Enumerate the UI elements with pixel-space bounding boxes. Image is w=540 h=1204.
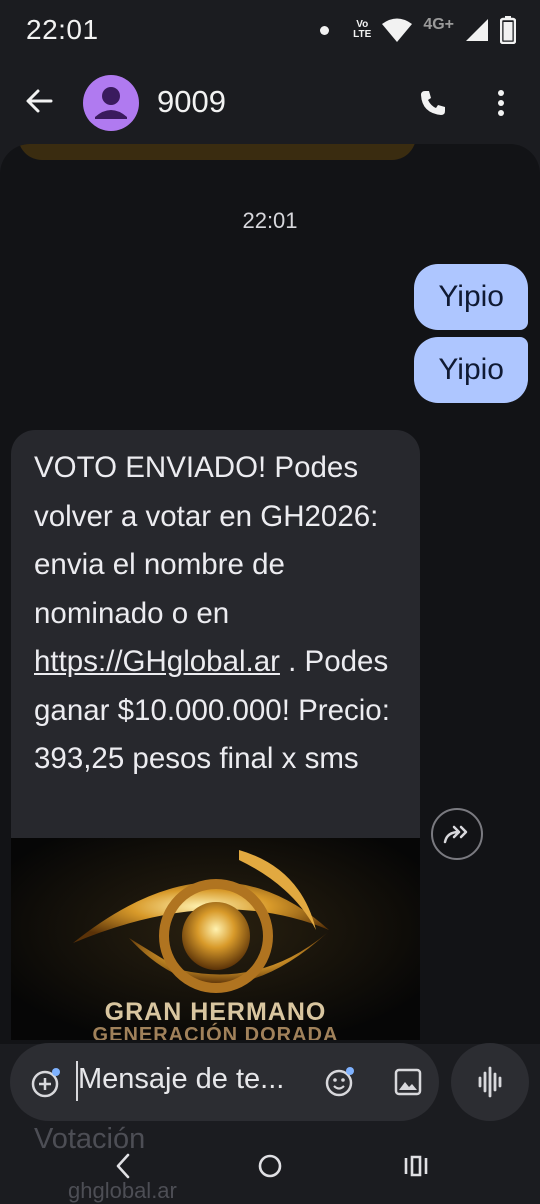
more-vert-icon[interactable] bbox=[488, 88, 514, 118]
forward-icon bbox=[443, 825, 468, 844]
system-navigation-bar bbox=[0, 1138, 540, 1199]
volte-icon: Vo LTE bbox=[353, 19, 372, 40]
received-message-bubble[interactable]: VOTO ENVIADO! Podes volver a votar en GH… bbox=[11, 430, 420, 1040]
add-attachment-icon[interactable] bbox=[30, 1067, 62, 1099]
image-subtitle: GENERACIÓN DORADA bbox=[92, 1024, 339, 1040]
sent-message-bubble[interactable]: Yipio bbox=[414, 337, 528, 403]
status-icons: Vo LTE 4G+ bbox=[320, 16, 516, 44]
waveform-icon bbox=[478, 1066, 502, 1098]
network-type-label: 4G+ bbox=[423, 16, 454, 33]
battery-icon bbox=[500, 16, 516, 44]
status-time: 22:01 bbox=[26, 14, 99, 45]
signal-icon bbox=[466, 19, 488, 41]
contact-avatar[interactable] bbox=[83, 75, 139, 131]
notification-dot-icon bbox=[320, 25, 330, 35]
nav-back-icon[interactable] bbox=[112, 1152, 134, 1180]
status-bar: 22:01 Vo LTE 4G+ bbox=[0, 0, 540, 62]
image-title: GRAN HERMANO bbox=[104, 998, 327, 1026]
wifi-icon bbox=[382, 18, 413, 42]
emoji-icon[interactable] bbox=[324, 1066, 356, 1098]
back-arrow-icon[interactable] bbox=[24, 86, 54, 116]
phone-icon[interactable] bbox=[418, 88, 448, 118]
received-message-text: VOTO ENVIADO! Podes volver a votar en GH… bbox=[34, 451, 390, 775]
conversation-header: 9009 bbox=[0, 62, 540, 144]
nav-recents-icon[interactable] bbox=[403, 1154, 429, 1178]
message-image[interactable]: GRAN HERMANO GENERACIÓN DORADA bbox=[11, 838, 420, 1040]
forward-button[interactable] bbox=[431, 808, 483, 860]
nav-home-icon[interactable] bbox=[257, 1153, 283, 1179]
previous-message-bubble[interactable] bbox=[18, 144, 416, 160]
message-link[interactable]: https://GHglobal.ar bbox=[34, 645, 280, 678]
message-timestamp: 22:01 bbox=[242, 208, 298, 233]
message-input[interactable]: Mensaje de te... bbox=[78, 1063, 284, 1096]
message-composer[interactable]: Mensaje de te... bbox=[10, 1043, 439, 1121]
voice-message-button[interactable] bbox=[451, 1043, 529, 1121]
sent-message-bubble[interactable]: Yipio bbox=[414, 264, 528, 330]
contact-name[interactable]: 9009 bbox=[157, 84, 226, 120]
message-thread[interactable]: 22:01 Yipio Yipio VOTO ENVIADO! Podes vo… bbox=[0, 144, 540, 1044]
avatar-person-icon bbox=[95, 87, 127, 119]
gallery-icon[interactable] bbox=[393, 1067, 423, 1097]
